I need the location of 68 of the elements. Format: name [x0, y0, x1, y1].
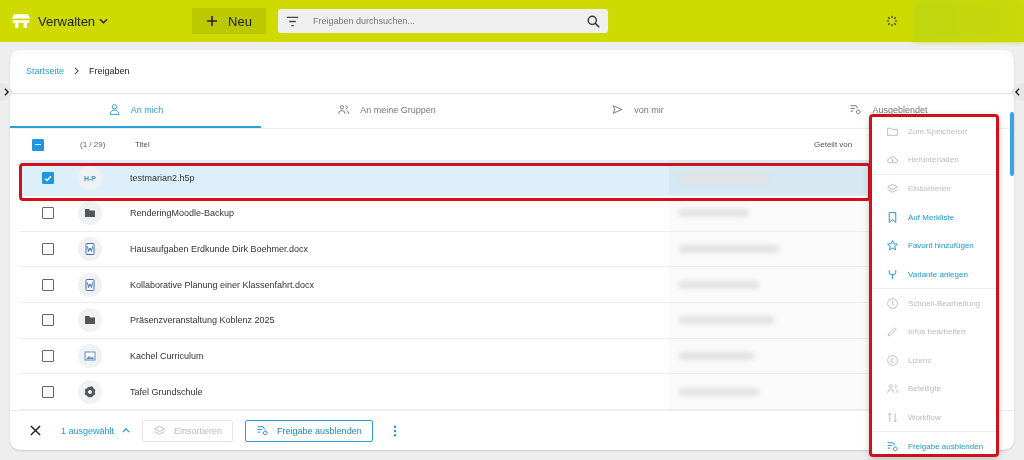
- image-icon: [78, 343, 102, 368]
- flower-icon: [78, 379, 102, 404]
- search-field[interactable]: Freigaben durchsuchen...: [277, 9, 608, 33]
- bookmark-icon: [886, 210, 899, 224]
- fork-icon: [886, 267, 899, 281]
- kebab-icon: [392, 424, 397, 437]
- filter-icon[interactable]: [285, 15, 299, 28]
- folder-icon: [78, 308, 102, 333]
- row-checkbox[interactable]: [42, 207, 54, 220]
- table-row[interactable]: Tafel Grundschule: [20, 374, 879, 410]
- tab[interactable]: An mich: [10, 93, 261, 128]
- column-header[interactable]: Titel: [135, 140, 804, 150]
- file-title: RenderingMoodle-Backup: [130, 208, 236, 219]
- file-title: testmarian2.h5p: [130, 172, 196, 183]
- chevron-left-icon: [1015, 88, 1020, 96]
- people-icon: [337, 103, 351, 117]
- row-checkbox[interactable]: [42, 314, 54, 327]
- copyright-icon: [886, 353, 899, 367]
- search-icon[interactable]: [586, 15, 600, 28]
- file-title: Kollaborative Planung einer Klassenfahrt.docx: [130, 279, 316, 290]
- breadcrumb-link[interactable]: Startseite: [26, 66, 65, 77]
- row-checkbox[interactable]: [42, 385, 54, 398]
- chevron-down-icon: [99, 18, 109, 24]
- star-icon: [886, 239, 899, 253]
- row-checkbox[interactable]: [42, 171, 54, 184]
- scrollbar-thumb[interactable]: [1010, 112, 1014, 176]
- send-icon: [611, 103, 625, 117]
- table-row[interactable]: Kollaborative Planung einer Klassenfahrt.docx: [20, 267, 879, 303]
- word-document-icon: [78, 236, 102, 261]
- select-all-checkbox[interactable]: [32, 138, 44, 151]
- breadcrumb-current: Freigaben: [89, 66, 130, 77]
- layers-icon: [886, 182, 899, 196]
- plus-icon: [206, 15, 219, 27]
- hide-icon: [256, 424, 270, 437]
- loading-icon: [886, 15, 898, 27]
- chevron-right-icon: [74, 67, 80, 76]
- selection-toggle[interactable]: 1 ausgewählt: [61, 425, 131, 436]
- people-icon: [886, 382, 899, 396]
- arrows-icon: [886, 410, 899, 424]
- word-document-icon: [78, 272, 102, 297]
- file-title: Hausaufgaben Erdkunde Dirk Boehmer.docx: [130, 243, 310, 254]
- chevron-right-icon: [4, 88, 9, 96]
- action-button[interactable]: Freigabe ausblenden: [245, 419, 373, 442]
- row-checkbox[interactable]: [42, 242, 54, 255]
- row-checkbox[interactable]: [42, 278, 54, 291]
- tab[interactable]: An meine Gruppen: [261, 93, 512, 128]
- folder-icon: [78, 201, 102, 226]
- manage-menu-button[interactable]: Verwalten: [38, 8, 109, 34]
- layers-icon: [153, 424, 167, 437]
- menu-item[interactable]: Freigabe ausblenden: [872, 432, 996, 460]
- clock-icon: [886, 297, 899, 311]
- pencil-icon: [886, 325, 899, 339]
- caret-up-icon: [122, 428, 131, 433]
- close-icon: [30, 425, 41, 436]
- table-row[interactable]: Präsenzveranstaltung Koblenz 2025: [20, 302, 879, 339]
- file-title: Tafel Grundschule: [130, 386, 204, 397]
- person-icon: [107, 103, 121, 117]
- logo-icon: [10, 13, 32, 29]
- hide-icon: [849, 103, 863, 117]
- file-title: Kachel Curriculum: [130, 350, 205, 361]
- file-title: Präsenzveranstaltung Koblenz 2025: [130, 315, 276, 326]
- hide-icon: [886, 440, 899, 453]
- table-row[interactable]: Kachel Curriculum: [20, 338, 879, 375]
- table-row[interactable]: Hausaufgaben Erdkunde Dirk Boehmer.docx: [20, 231, 879, 268]
- tab[interactable]: von mir: [512, 93, 763, 128]
- row-count: (1 / 29): [80, 140, 107, 150]
- row-checkbox[interactable]: [42, 349, 54, 362]
- new-button[interactable]: Neu: [192, 8, 266, 34]
